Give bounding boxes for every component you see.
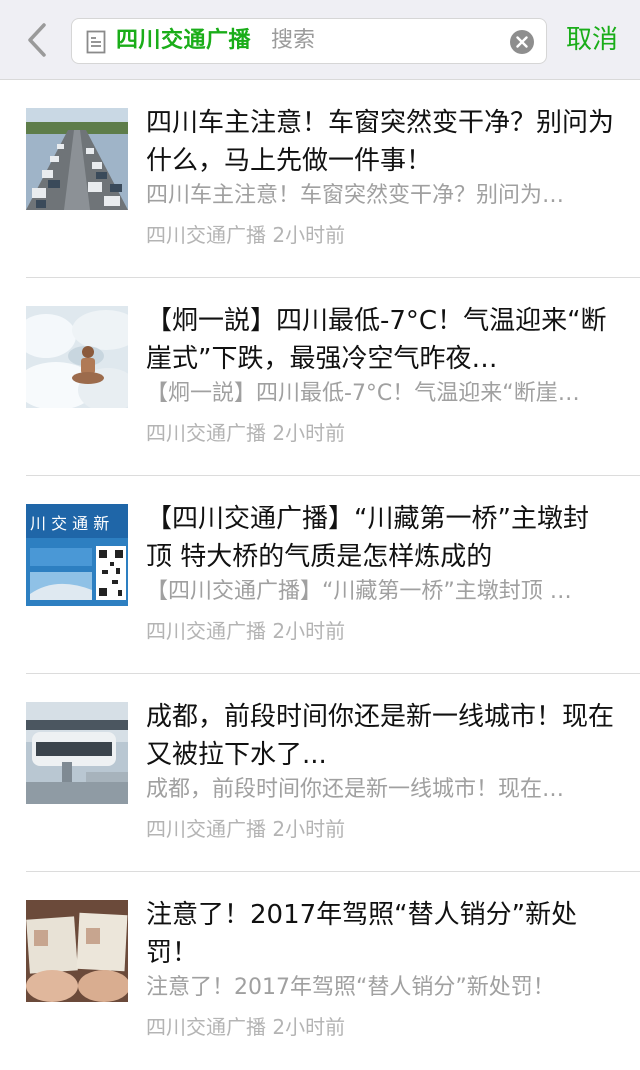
cancel-button[interactable]: 取消 [566,16,618,64]
article-time: 2小时前 [272,421,346,445]
article-meta: 四川交通广播 2小时前 [146,814,345,844]
article-source: 四川交通广播 [146,619,266,643]
article-time: 2小时前 [272,223,346,247]
article-icon [86,30,106,54]
article-summary: 注意了！2017年驾照“替人销分”新处罚！ [146,975,555,1000]
search-header: 四川交通广播 搜索 取消 [0,0,640,80]
article-meta: 四川交通广播 2小时前 [146,418,345,448]
article-summary: 成都，前段时间你还是新一线城市！现在… [146,777,565,802]
search-account-tag: 四川交通广播 [116,28,252,53]
article-summary: 【四川交通广播】“川藏第一桥”主墩封顶 … [146,579,572,604]
article-source: 四川交通广播 [146,421,266,445]
article-title: 【四川交通广播】“川藏第一桥”主墩封顶 特大桥的气质是怎样炼成的 [146,504,589,572]
article-title: 注意了！2017年驾照“替人销分”新处罚！ [146,900,578,968]
article-item[interactable]: 成都，前段时间你还是新一线城市！现在又被拉下水了... 成都，前段时间你还是新一… [0,674,640,872]
article-meta: 四川交通广播 2小时前 [146,1012,345,1042]
close-icon [516,36,528,48]
article-source: 四川交通广播 [146,817,266,841]
article-time: 2小时前 [272,817,346,841]
article-title: 四川车主注意！车窗突然变干净？别问为什么，马上先做一件事！ [146,108,614,176]
article-item[interactable]: 注意了！2017年驾照“替人销分”新处罚！ 注意了！2017年驾照“替人销分”新… [0,872,640,1070]
traffic-photo-icon [26,108,128,210]
search-results-list: 四川车主注意！车窗突然变干净？别问为什么，马上先做一件事！ 四川车主注意！车窗突… [0,80,640,1070]
article-time: 2小时前 [272,1015,346,1039]
license-photo-icon [26,900,128,1002]
qr-banner-image-icon: 川 交 通 新 [26,504,128,606]
article-summary: 四川车主注意！车窗突然变干净？别问为… [146,183,565,208]
search-input[interactable]: 四川交通广播 搜索 [71,18,547,64]
snow-man-photo-icon [26,306,128,408]
article-time: 2小时前 [272,619,346,643]
clear-search-button[interactable] [510,30,534,54]
article-meta: 四川交通广播 2小时前 [146,616,345,646]
article-source: 四川交通广播 [146,223,266,247]
article-title: 【炯一説】四川最低-7°C！气温迎来“断崖式”下跌，最强冷空气昨夜… [146,306,607,374]
back-button[interactable] [20,20,54,60]
chevron-left-icon [28,23,46,57]
article-title: 成都，前段时间你还是新一线城市！现在又被拉下水了... [146,702,614,770]
article-item[interactable]: 四川车主注意！车窗突然变干净？别问为什么，马上先做一件事！ 四川车主注意！车窗突… [0,80,640,278]
article-item[interactable]: 【炯一説】四川最低-7°C！气温迎来“断崖式”下跌，最强冷空气昨夜… 【炯一説】… [0,278,640,476]
article-meta: 四川交通广播 2小时前 [146,220,345,250]
search-placeholder: 搜索 [271,28,316,53]
article-source: 四川交通广播 [146,1015,266,1039]
monorail-photo-icon [26,702,128,804]
banner-text: 川 交 通 新 [30,514,109,533]
article-summary: 【炯一説】四川最低-7°C！气温迎来“断崖… [146,381,580,406]
article-item[interactable]: 川 交 通 新 【四川交通广播】“川藏第一桥”主墩封顶 特大桥的气质是怎样炼成的… [0,476,640,674]
